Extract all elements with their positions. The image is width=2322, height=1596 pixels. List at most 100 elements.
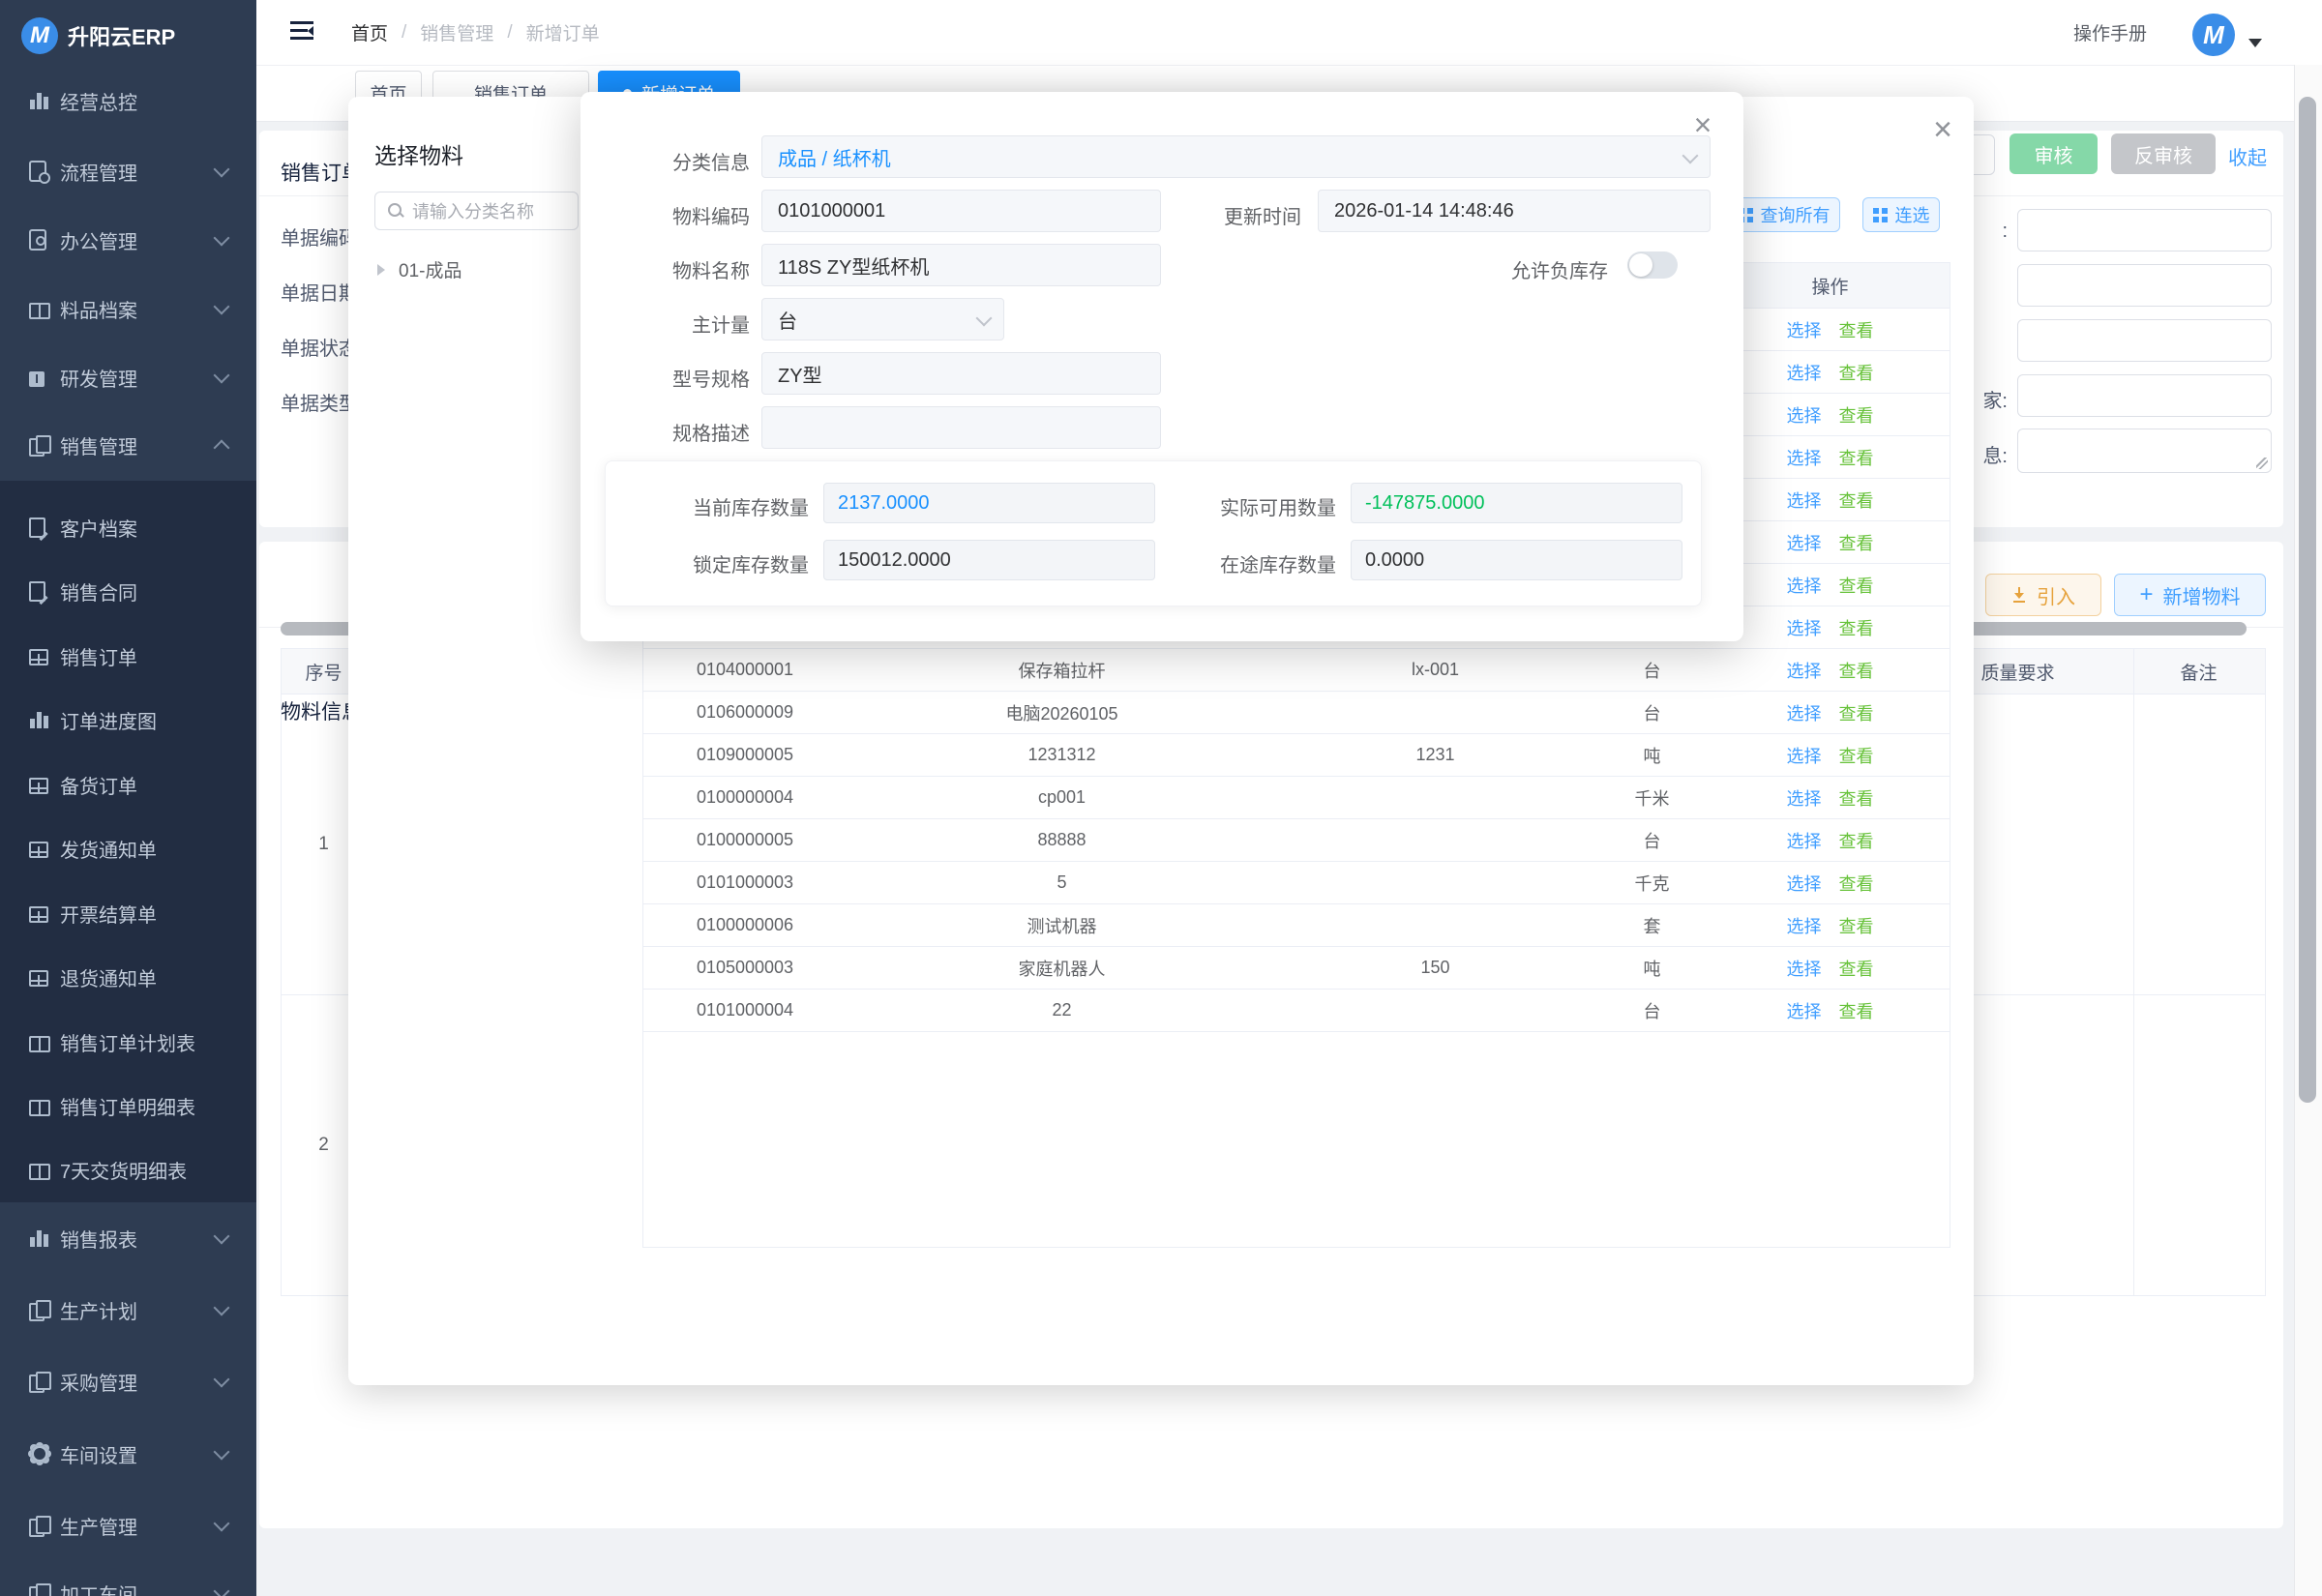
model-spec-field[interactable]: ZY型 [761,352,1161,395]
select-link[interactable]: 选择 [1787,743,1822,768]
sidebar-item-purchase[interactable]: 采购管理 [0,1347,256,1415]
sidebar-item-order-plan-report[interactable]: 销售订单计划表 [0,1010,256,1074]
order-right-field-1[interactable] [2017,209,2272,251]
tree-node-finished-goods[interactable]: 01-成品 [377,256,461,282]
spec-desc-field[interactable] [761,406,1161,449]
collapse-link[interactable]: 收起 [2228,142,2267,170]
unaudit-button[interactable]: 反审核 [2111,133,2216,174]
add-material-button[interactable]: + 新增物料 [2114,574,2266,616]
manual-link[interactable]: 操作手册 [2073,0,2147,65]
sidebar-item-sales-order[interactable]: 销售订单 [0,624,256,688]
updated-time-field[interactable]: 2026-01-14 14:48:46 [1318,190,1711,232]
view-link[interactable]: 查看 [1839,402,1874,428]
sidebar-item-processing-workshop[interactable]: 加工车间 [0,1559,256,1596]
sidebar-item-label: 加工车间 [60,1580,137,1596]
order-right-field-3[interactable] [2017,319,2272,362]
sidebar-item-office[interactable]: 办公管理 [0,206,256,274]
category-label: 分类信息 [595,147,750,175]
sidebar-item-return-notice[interactable]: 退货通知单 [0,945,256,1009]
view-link[interactable]: 查看 [1839,445,1874,470]
select-link[interactable]: 选择 [1787,573,1822,598]
select-link[interactable]: 选择 [1787,317,1822,342]
select-link[interactable]: 选择 [1787,658,1822,683]
sidebar-item-customer-archive[interactable]: 客户档案 [0,495,256,559]
select-link[interactable]: 选择 [1787,913,1822,938]
material-detail-modal: × 分类信息 成品 / 纸杯机 物料编码 0101000001 更新时间 202… [580,92,1743,641]
view-link[interactable]: 查看 [1839,360,1874,385]
select-link[interactable]: 选择 [1787,445,1822,470]
multi-select-button[interactable]: 连选 [1862,197,1940,232]
sidebar-item-label: 流程管理 [60,158,137,186]
sidebar-item-7day-delivery-report[interactable]: 7天交货明细表 [0,1138,256,1201]
sidebar-item-process[interactable]: 流程管理 [0,137,256,205]
import-button[interactable]: 引入 [1985,574,2101,616]
select-link[interactable]: 选择 [1787,360,1822,385]
view-link[interactable]: 查看 [1839,488,1874,513]
sidebar-item-workshop-settings[interactable]: 车间设置 [0,1420,256,1488]
view-link[interactable]: 查看 [1839,913,1874,938]
sidebar-item-delivery-notice[interactable]: 发货通知单 [0,816,256,880]
sidebar-item-production-plan[interactable]: 生产计划 [0,1276,256,1344]
scrollbar-thumb[interactable] [2299,97,2316,1103]
sidebar-item-sales-report[interactable]: 销售报表 [0,1204,256,1272]
sidebar-item-stock-order[interactable]: 备货订单 [0,753,256,816]
select-link[interactable]: 选择 [1787,488,1822,513]
sidebar-item-order-detail-report[interactable]: 销售订单明细表 [0,1074,256,1138]
view-link[interactable]: 查看 [1839,615,1874,640]
order-right-field-2[interactable] [2017,264,2272,307]
table-row: 010100000422台选择查看 [643,990,1950,1032]
audit-button[interactable]: 审核 [2009,133,2098,174]
query-all-button[interactable]: 查询所有 [1728,197,1840,232]
category-search-input[interactable]: 请输入分类名称 [374,192,579,230]
select-link[interactable]: 选择 [1787,615,1822,640]
tree-expand-icon[interactable] [377,264,391,276]
vertical-scrollbar[interactable] [2294,65,2322,1596]
current-stock-field[interactable]: 2137.0000 [823,483,1155,523]
view-link[interactable]: 查看 [1839,317,1874,342]
select-link[interactable]: 选择 [1787,530,1822,555]
breadcrumb-sales[interactable]: 销售管理 [420,19,493,45]
view-link[interactable]: 查看 [1839,828,1874,853]
view-link[interactable]: 查看 [1839,530,1874,555]
available-stock-field[interactable]: -147875.0000 [1351,483,1682,523]
view-link[interactable]: 查看 [1839,700,1874,725]
allow-negative-toggle[interactable] [1627,251,1678,279]
close-icon[interactable]: × [1923,110,1962,149]
category-select[interactable]: 成品 / 纸杯机 [761,135,1711,178]
material-code-field[interactable]: 0101000001 [761,190,1161,232]
sidebar-item-order-progress[interactable]: 订单进度图 [0,688,256,752]
sidebar-item-invoice-settlement[interactable]: 开票结算单 [0,881,256,945]
order-remark-textarea[interactable] [2017,429,2272,473]
avatar-caret-icon[interactable] [2248,39,2262,54]
sidebar-item-rd[interactable]: 研发管理 [0,343,256,411]
sidebar-item-dashboard[interactable]: 经营总控 [0,67,256,134]
select-link[interactable]: 选择 [1787,402,1822,428]
model-spec-value: ZY型 [778,360,822,388]
material-name-field[interactable]: 118S ZY型纸杯机 [761,244,1161,286]
select-link[interactable]: 选择 [1787,998,1822,1023]
sidebar-item-production-mgmt[interactable]: 生产管理 [0,1492,256,1559]
view-link[interactable]: 查看 [1839,871,1874,896]
locked-stock-field[interactable]: 150012.0000 [823,540,1155,580]
sidebar-item-materials-archive[interactable]: 料品档案 [0,275,256,342]
sidebar-item-sales-contract[interactable]: 销售合同 [0,559,256,623]
select-link[interactable]: 选择 [1787,828,1822,853]
view-link[interactable]: 查看 [1839,956,1874,981]
select-link[interactable]: 选择 [1787,785,1822,811]
transit-stock-field[interactable]: 0.0000 [1351,540,1682,580]
select-link[interactable]: 选择 [1787,956,1822,981]
view-link[interactable]: 查看 [1839,658,1874,683]
collapse-menu-icon[interactable] [290,21,313,41]
breadcrumb-home[interactable]: 首页 [351,19,388,45]
main-unit-select[interactable]: 台 [761,298,1004,340]
add-material-label: 新增物料 [2163,581,2241,609]
sidebar-item-sales[interactable]: 销售管理 [0,411,256,479]
view-link[interactable]: 查看 [1839,998,1874,1023]
view-link[interactable]: 查看 [1839,573,1874,598]
select-link[interactable]: 选择 [1787,700,1822,725]
avatar[interactable]: M [2192,14,2235,56]
view-link[interactable]: 查看 [1839,785,1874,811]
order-right-field-4[interactable] [2017,374,2272,417]
select-link[interactable]: 选择 [1787,871,1822,896]
view-link[interactable]: 查看 [1839,743,1874,768]
